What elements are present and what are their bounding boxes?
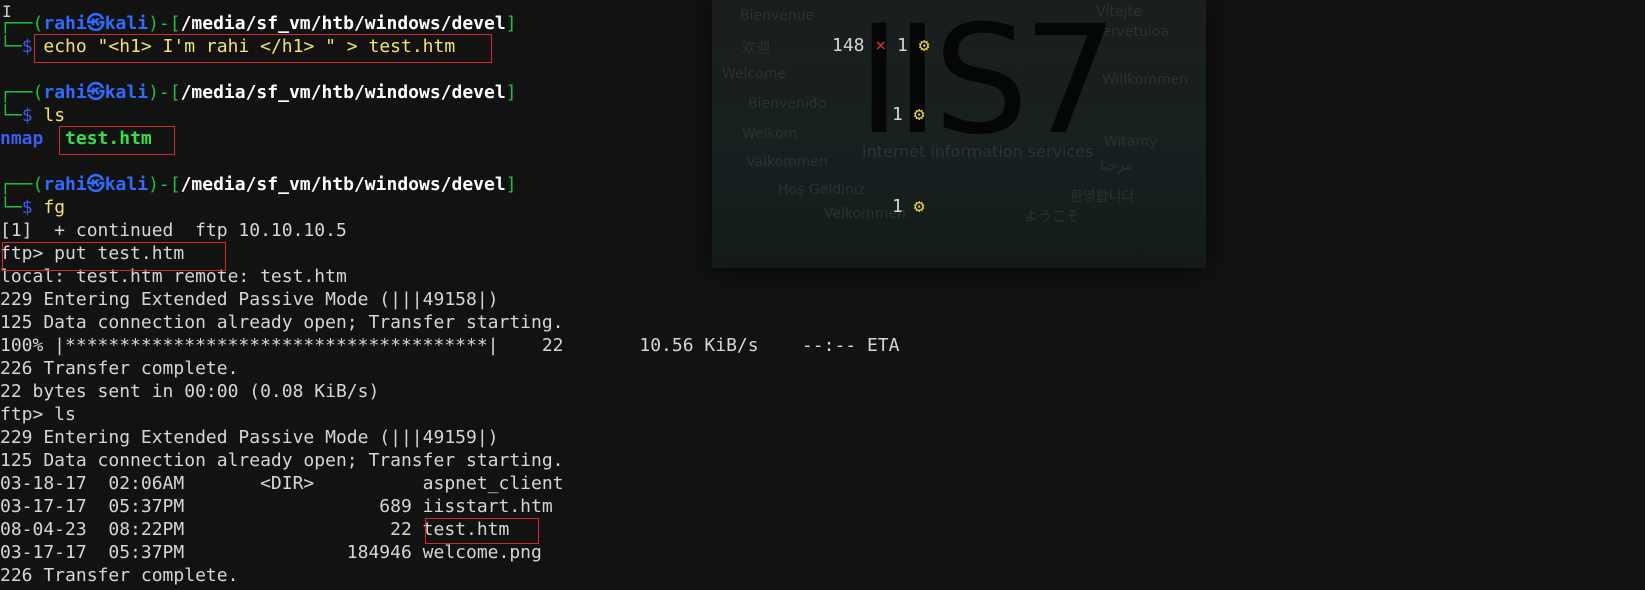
prompt-path: /media/sf_vm/htb/windows/devel — [180, 174, 506, 195]
output-line: [1] + continued ftp 10.10.10.5 — [0, 220, 347, 241]
jobs-count: 1 — [892, 104, 903, 125]
rprompt-status-3: 1 ⚙ — [892, 196, 925, 217]
output-line: 125 Data connection already open; Transf… — [0, 450, 564, 471]
rprompt-status-1: 148 × 1 ⚙ — [832, 35, 930, 56]
command-line[interactable]: └─$ fg — [0, 196, 899, 219]
output-line: 229 Entering Extended Passive Mode (|||4… — [0, 289, 499, 310]
output-line: 226 Transfer complete. — [0, 565, 239, 586]
output-line: ftp> ls — [0, 404, 76, 425]
prompt-user-host: rahi㉿kali — [43, 82, 149, 103]
ls-file-test-htm: test.htm — [65, 128, 152, 149]
wallpaper-word: 환영합니다 — [1070, 189, 1135, 205]
dir-listing-row: 03-17-17 05:37PM 184946 welcome.png — [0, 542, 542, 563]
history-count: 148 — [832, 35, 865, 56]
command-text: ls — [43, 105, 66, 126]
dir-listing-row: 03-18-17 02:06AM <DIR> aspnet_client — [0, 473, 564, 494]
output-line: local: test.htm remote: test.htm — [0, 266, 347, 287]
output-line: ftp> put test.htm — [0, 243, 185, 264]
output-line: 125 Data connection already open; Transf… — [0, 312, 564, 333]
jobs-count: 1 — [897, 35, 908, 56]
error-x-icon: × — [875, 35, 887, 56]
prompt-user-host: rahi㉿kali — [43, 174, 149, 195]
gear-icon: ⚙ — [913, 196, 925, 217]
prompt-path: /media/sf_vm/htb/windows/devel — [180, 82, 506, 103]
command-text: echo "<h1> I'm rahi </h1> " > test.htm — [43, 36, 456, 57]
prompt-user-host: rahi㉿kali — [43, 13, 149, 34]
prompt-line: ┌──(rahi㉿kali)-[/media/sf_vm/htb/windows… — [0, 82, 517, 103]
command-line[interactable]: └─$ echo "<h1> I'm rahi </h1> " > test.h… — [0, 35, 899, 58]
ls-output-line: nmap test.htm — [0, 127, 899, 150]
gear-icon: ⚙ — [918, 35, 930, 56]
terminal[interactable]: ┌──(rahi㉿kali)-[/media/sf_vm/htb/windows… — [0, 12, 899, 587]
rprompt-status-2: 1 ⚙ — [892, 104, 925, 125]
prompt-path: /media/sf_vm/htb/windows/devel — [180, 13, 506, 34]
prompt-line: ┌──(rahi㉿kali)-[/media/sf_vm/htb/windows… — [0, 13, 517, 34]
gear-icon: ⚙ — [913, 104, 925, 125]
ls-dir-nmap: nmap — [0, 128, 44, 149]
command-text: fg — [43, 197, 66, 218]
progress-line: 100% |**********************************… — [0, 335, 900, 356]
wallpaper-word: ようこそ — [1024, 209, 1080, 225]
dir-listing-row: 08-04-23 08:22PM 22 test.htm — [0, 519, 510, 540]
wallpaper-word: Willkommen — [1102, 72, 1189, 88]
dir-listing-row: 03-17-17 05:37PM 689 iisstart.htm — [0, 496, 553, 517]
output-line: 229 Entering Extended Passive Mode (|||4… — [0, 427, 499, 448]
output-line: 226 Transfer complete. — [0, 358, 239, 379]
prompt-line: ┌──(rahi㉿kali)-[/media/sf_vm/htb/windows… — [0, 174, 517, 195]
jobs-count: 1 — [892, 196, 903, 217]
command-line[interactable]: └─$ ls — [0, 104, 899, 127]
output-line: 22 bytes sent in 00:00 (0.08 KiB/s) — [0, 381, 380, 402]
